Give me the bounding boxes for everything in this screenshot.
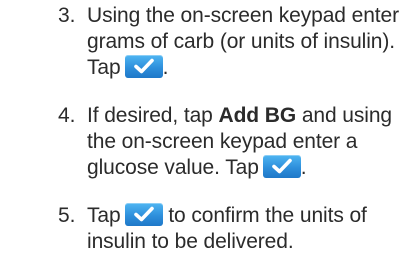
step-text-line: Tap to confirm the units of — [87, 203, 367, 227]
checkmark-icon — [133, 58, 154, 74]
step-text-line: Using the on-screen keypad enter — [87, 4, 399, 27]
confirm-button-icon — [124, 203, 163, 226]
step-text-line: Tap. — [87, 55, 169, 79]
step-text-line: insulin to be delivered. — [87, 230, 294, 253]
step-text-line: the on-screen keypad enter a — [87, 130, 358, 153]
step-number: 3. — [58, 4, 76, 27]
step-text-line: If desired, tap Add BG and using — [87, 104, 392, 127]
step-text-line: grams of carb (or units of insulin). — [87, 30, 396, 53]
checkmark-icon — [271, 158, 292, 174]
step-number: 4. — [58, 104, 76, 127]
confirm-button-icon — [262, 155, 301, 178]
add-bg-label: Add BG — [218, 104, 297, 127]
step-number: 5. — [58, 204, 76, 227]
step-text-line: glucose value. Tap. — [87, 155, 307, 179]
confirm-button-icon — [124, 55, 163, 78]
checkmark-icon — [133, 206, 154, 222]
